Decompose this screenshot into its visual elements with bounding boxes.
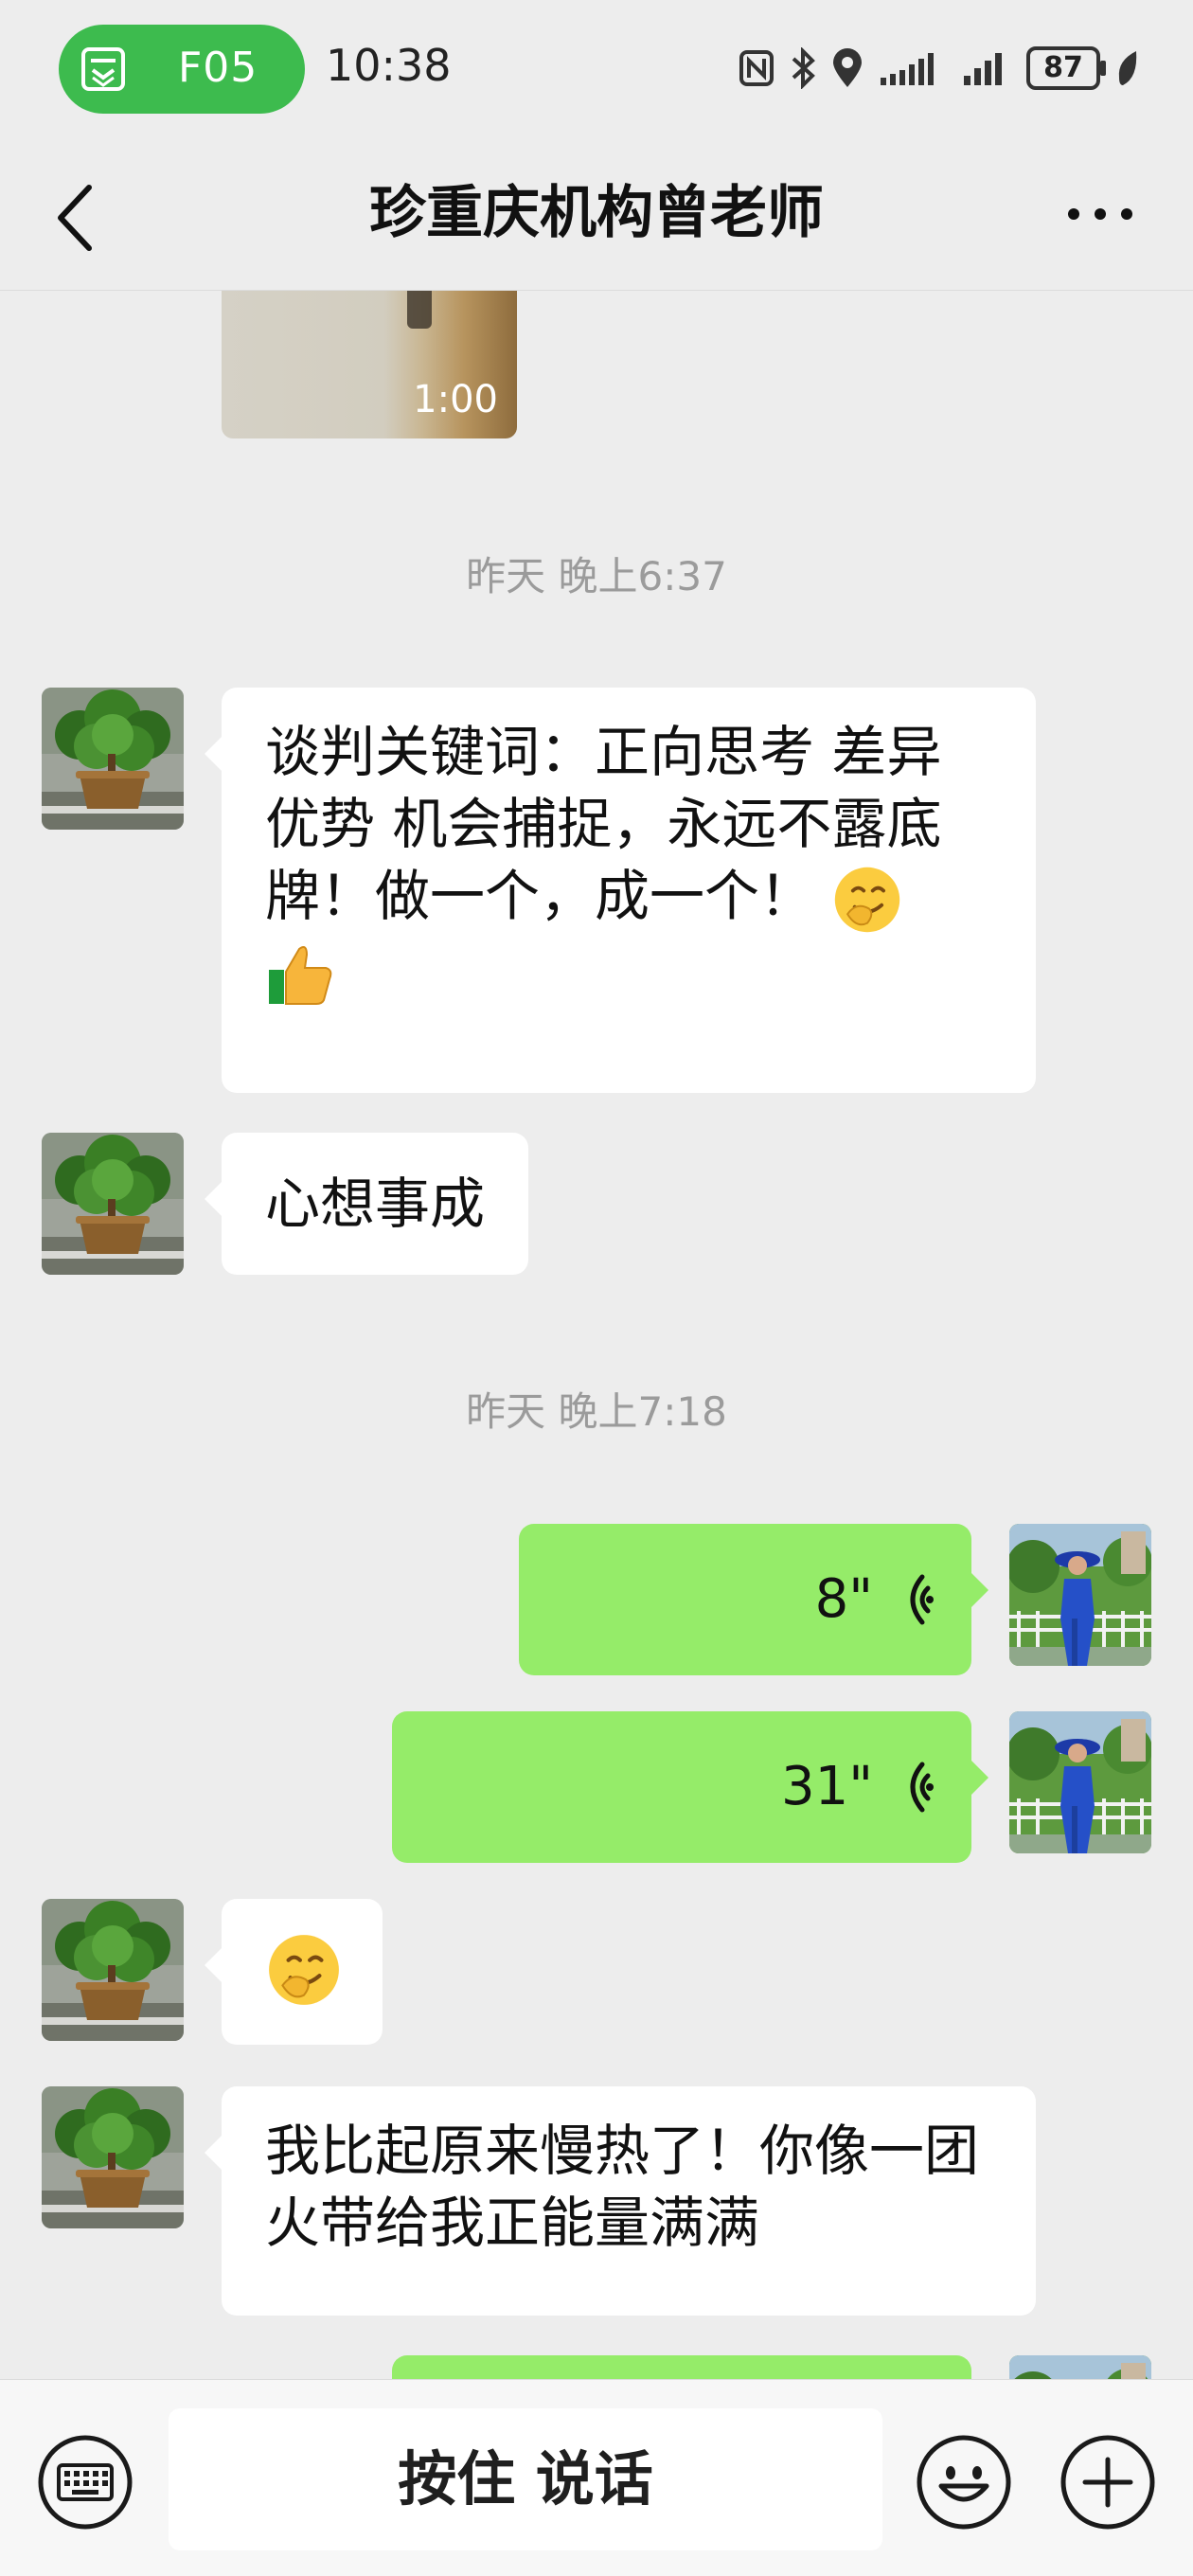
status-icons: 87 [739,42,1140,95]
my-avatar[interactable] [1009,2355,1151,2379]
voice-content: 8" [815,1524,934,1675]
chat-screen: F05 10:38 87 珍重庆机构曾老师 1:00 昨天 晚上6:37 谈判关… [0,0,1193,2576]
emoji-icon[interactable] [915,2433,1013,2531]
timestamp: 昨天 晚上6:37 [466,553,727,599]
status-pill-label: F05 [178,44,258,92]
voice-duration: 8" [814,1568,873,1630]
message-text: 我比起原来慢热了！你像一团火带给我正能量满满 [265,2119,980,2255]
contact-avatar[interactable] [42,2086,184,2228]
message-bubble-incoming[interactable]: 谈判关键词：正向思考 差异优势 机会捕捉，永远不露底牌！做一个，成一个！ [205,688,1036,1093]
thumbs-up-icon [269,945,332,1005]
bus-card-icon [81,47,125,91]
my-avatar[interactable] [1009,1524,1151,1666]
chat-header: 珍重庆机构曾老师 [0,142,1193,291]
bluetooth-icon [792,47,815,89]
grin-emoji-icon [831,864,903,936]
emoji-message-incoming[interactable] [205,1899,383,2045]
voice-wave-icon [896,1573,934,1626]
voice-duration: 31" [780,1756,873,1817]
video-duration: 1:00 [413,378,498,421]
timestamp: 昨天 晚上7:18 [466,1388,727,1435]
message-bubble-outgoing-partial[interactable] [392,2355,971,2379]
grin-emoji-icon [265,1931,343,2009]
contact-avatar[interactable] [42,1133,184,1275]
voice-content: 31" [781,1711,934,1863]
message-bubble-incoming[interactable]: 我比起原来慢热了！你像一团火带给我正能量满满 [205,2086,1036,2316]
plus-icon[interactable] [1059,2433,1157,2531]
voice-wave-icon [896,1761,934,1814]
video-frame-detail [407,291,432,329]
input-bar: 按住 说话 [0,2379,1193,2576]
message-bubble-incoming[interactable]: 心想事成 [204,1133,529,1275]
chat-title: 珍重庆机构曾老师 [369,180,824,246]
nfc-icon [739,50,774,86]
status-time: 10:38 [326,40,452,91]
my-avatar[interactable] [1009,1711,1151,1853]
video-message[interactable]: 1:00 [222,291,517,438]
voice-message-outgoing[interactable]: 8" [519,1524,988,1675]
contact-avatar[interactable] [42,1899,184,2041]
voice-message-outgoing[interactable]: 31" [392,1711,988,1863]
hold-to-talk-button[interactable]: 按住 说话 [169,2408,882,2550]
more-icon[interactable] [1062,195,1138,233]
contact-avatar[interactable] [42,688,184,830]
keyboard-icon[interactable] [36,2433,134,2531]
signal-icon-2 [964,53,1002,85]
leaf-icon [1118,51,1137,85]
status-bar: F05 10:38 87 [0,0,1193,142]
battery-indicator: 87 [1026,46,1106,90]
location-icon [833,48,862,87]
back-icon[interactable] [47,174,104,259]
signal-icon [881,53,934,85]
message-text: 心想事成 [265,1172,486,1236]
status-pill[interactable]: F05 [59,25,305,114]
message-list[interactable]: 1:00 昨天 晚上6:37 谈判关键词：正向思考 差异优势 机会捕捉，永远不露… [0,291,1193,2379]
